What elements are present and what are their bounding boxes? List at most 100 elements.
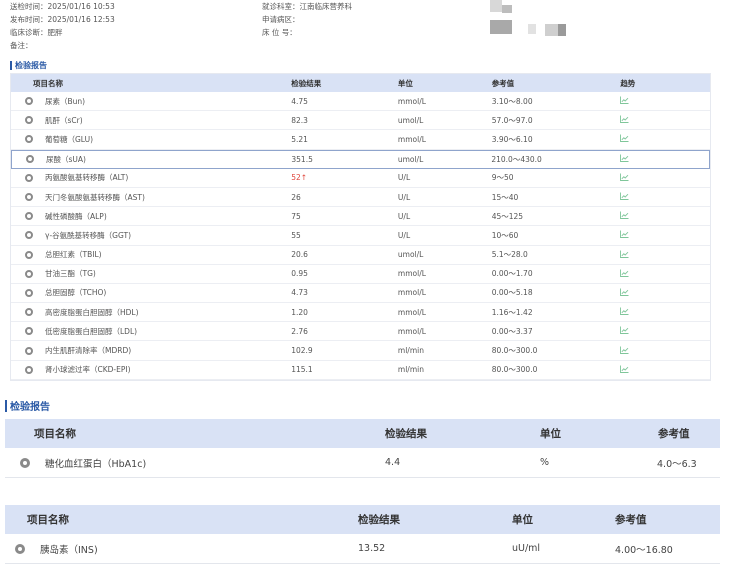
expand-circle-icon[interactable] (25, 135, 33, 144)
table-row[interactable]: 胰岛素（INS) 13.52 uU/ml 4.00～16.80 (5, 534, 720, 564)
trend-chart-icon[interactable] (620, 307, 629, 316)
table-row[interactable]: 内生肌酐清除率（MDRD) 102.9 ml/min 80.0～300.0 (11, 341, 710, 361)
item-result: 0.95 (291, 269, 308, 279)
table-row[interactable]: 天门冬氨酸氨基转移酶（AST) 26 U/L 15～40 (11, 187, 710, 208)
item-name: 甘油三酯（TG) (45, 269, 96, 279)
patient-info-right: 就诊科室：江南临床营养科 申请病区： 床 位 号： (262, 0, 352, 39)
item-name: 丙氨酸氨基转移酶（ALT) (45, 173, 129, 183)
item-unit: U/L (397, 230, 411, 240)
item-name: 葡萄糖（GLU) (45, 134, 94, 144)
trend-chart-icon[interactable] (620, 211, 629, 220)
item-reference: 0.00～1.70 (491, 269, 533, 279)
expand-circle-icon[interactable] (25, 116, 33, 125)
expand-circle-icon[interactable] (25, 365, 33, 374)
table-row[interactable]: 肌酐（sCr) 82.3 umol/L 57.0～97.0 (11, 111, 710, 131)
item-unit: umol/L (397, 250, 424, 260)
trend-chart-icon[interactable] (620, 173, 629, 181)
info-line: 床 位 号： (262, 28, 297, 37)
section-title-2: 检验报告 (5, 398, 50, 413)
item-unit: mmol/L (397, 307, 426, 317)
expand-circle-icon[interactable] (25, 346, 33, 355)
expand-circle-icon[interactable] (25, 288, 33, 297)
trend-chart-icon[interactable] (620, 250, 629, 258)
expand-circle-icon[interactable] (25, 173, 33, 182)
table-header: 项目名称 检验结果 单位 参考值 (5, 419, 720, 448)
expand-circle-icon[interactable] (25, 193, 33, 202)
item-name: 总胆红素（TBIL) (45, 250, 102, 260)
table-row[interactable]: 甘油三酯（TG) 0.95 mmol/L 0.00～1.70 (11, 264, 710, 284)
trend-chart-icon[interactable] (620, 230, 629, 239)
table-row[interactable]: 肾小球滤过率（CKD-EPI) 115.1 ml/min 80.0～300.0 (11, 360, 710, 380)
expand-circle-icon[interactable] (25, 212, 33, 221)
item-unit: ml/min (397, 365, 424, 375)
table-row[interactable]: γ-谷氨酰基转移酶（GGT) 55 U/L 10～60 (11, 226, 710, 246)
item-unit: U/L (397, 192, 411, 202)
info-line: 送检时间：2025/01/16 10:53 (10, 2, 115, 11)
table-row[interactable]: 丙氨酸氨基转移酶（ALT) 52↑ U/L 9～50 (11, 168, 710, 188)
item-name: 内生肌酐清除率（MDRD) (45, 346, 132, 356)
item-name: 尿素（Bun) (45, 96, 86, 106)
item-reference: 10～60 (491, 230, 519, 240)
trend-chart-icon[interactable] (620, 96, 629, 105)
section-title: 检验报告 (10, 60, 47, 71)
item-unit: mmol/L (397, 134, 426, 144)
item-result: 82.3 (291, 115, 308, 125)
item-name: 天门冬氨酸氨基转移酶（AST) (45, 192, 145, 202)
expand-circle-icon[interactable] (20, 457, 30, 468)
expand-circle-icon[interactable] (25, 327, 33, 336)
trend-chart-icon[interactable] (620, 326, 629, 335)
expand-circle-icon[interactable] (25, 97, 33, 106)
trend-chart-icon[interactable] (620, 346, 629, 354)
expand-circle-icon[interactable] (25, 269, 33, 278)
hba1c-table: 项目名称 检验结果 单位 参考值 糖化血红蛋白（HbA1c) 4.4 % 4.0… (5, 419, 720, 478)
trend-chart-icon[interactable] (620, 134, 629, 143)
item-reference: 9～50 (491, 173, 514, 183)
item-reference: 3.90～6.10 (491, 134, 533, 144)
insulin-table: 项目名称 检验结果 单位 参考值 胰岛素（INS) 13.52 uU/ml 4.… (5, 505, 720, 564)
item-name: 碱性磷酸酶（ALP) (45, 211, 107, 221)
expand-circle-icon[interactable] (26, 155, 34, 164)
table-row[interactable]: 高密度脂蛋白胆固醇（HDL) 1.20 mmol/L 1.16～1.42 (11, 303, 710, 323)
item-unit: mmol/L (397, 326, 426, 336)
trend-chart-icon[interactable] (619, 154, 629, 163)
item-reference: 57.0～97.0 (491, 115, 533, 125)
item-result: 55 (291, 230, 301, 240)
item-reference: 80.0～300.0 (491, 365, 538, 375)
item-reference: 210.0～430.0 (491, 154, 542, 164)
item-name: 肌酐（sCr) (45, 115, 83, 125)
item-reference: 0.00～5.18 (491, 288, 533, 298)
item-unit: mmol/L (397, 288, 426, 298)
table-row[interactable]: 糖化血红蛋白（HbA1c) 4.4 % 4.0～6.3 (5, 448, 720, 478)
table-row[interactable]: 尿酸（sUA) 351.5 umol/L 210.0～430.0 (11, 149, 710, 169)
expand-circle-icon[interactable] (25, 231, 33, 240)
item-unit: umol/L (397, 154, 424, 164)
item-reference: 0.00～3.37 (491, 326, 533, 336)
item-name: γ-谷氨酰基转移酶（GGT) (45, 230, 132, 240)
trend-chart-icon[interactable] (620, 365, 629, 373)
item-reference: 80.0～300.0 (491, 346, 538, 356)
table-row[interactable]: 尿素（Bun) 4.75 mmol/L 3.10～8.00 (11, 92, 710, 112)
item-result: 1.20 (291, 307, 308, 317)
item-result: 75 (291, 211, 301, 221)
expand-circle-icon[interactable] (25, 250, 33, 259)
expand-circle-icon[interactable] (15, 543, 25, 554)
info-line: 发布时间：2025/01/16 12:53 (10, 15, 115, 24)
table-row[interactable]: 葡萄糖（GLU) 5.21 mmol/L 3.90～6.10 (11, 130, 710, 150)
table-row[interactable]: 总胆固醇（TCHO) 4.73 mmol/L 0.00～5.18 (11, 283, 710, 304)
trend-chart-icon[interactable] (620, 269, 629, 277)
item-result: 20.6 (291, 250, 308, 260)
item-result: 4.73 (291, 288, 308, 298)
expand-circle-icon[interactable] (25, 308, 33, 317)
lab-results-table: 项目名称 检验结果 单位 参考值 趋势 尿素（Bun) 4.75 mmol/L 3.1… (10, 73, 711, 381)
trend-chart-icon[interactable] (620, 288, 629, 296)
table-row[interactable]: 总胆红素（TBIL) 20.6 umol/L 5.1～28.0 (11, 245, 710, 265)
item-name: 高密度脂蛋白胆固醇（HDL) (45, 307, 139, 317)
table-row[interactable]: 碱性磷酸酶（ALP) 75 U/L 45～125 (11, 207, 710, 227)
table-row[interactable]: 低密度脂蛋白胆固醇（LDL) 2.76 mmol/L 0.00～3.37 (11, 322, 710, 342)
item-name: 尿酸（sUA) (46, 154, 86, 164)
trend-chart-icon[interactable] (620, 192, 629, 200)
trend-chart-icon[interactable] (620, 115, 629, 124)
info-line: 申请病区： (262, 15, 300, 24)
item-reference: 1.16～1.42 (491, 307, 533, 317)
item-name: 肾小球滤过率（CKD-EPI) (45, 365, 131, 375)
